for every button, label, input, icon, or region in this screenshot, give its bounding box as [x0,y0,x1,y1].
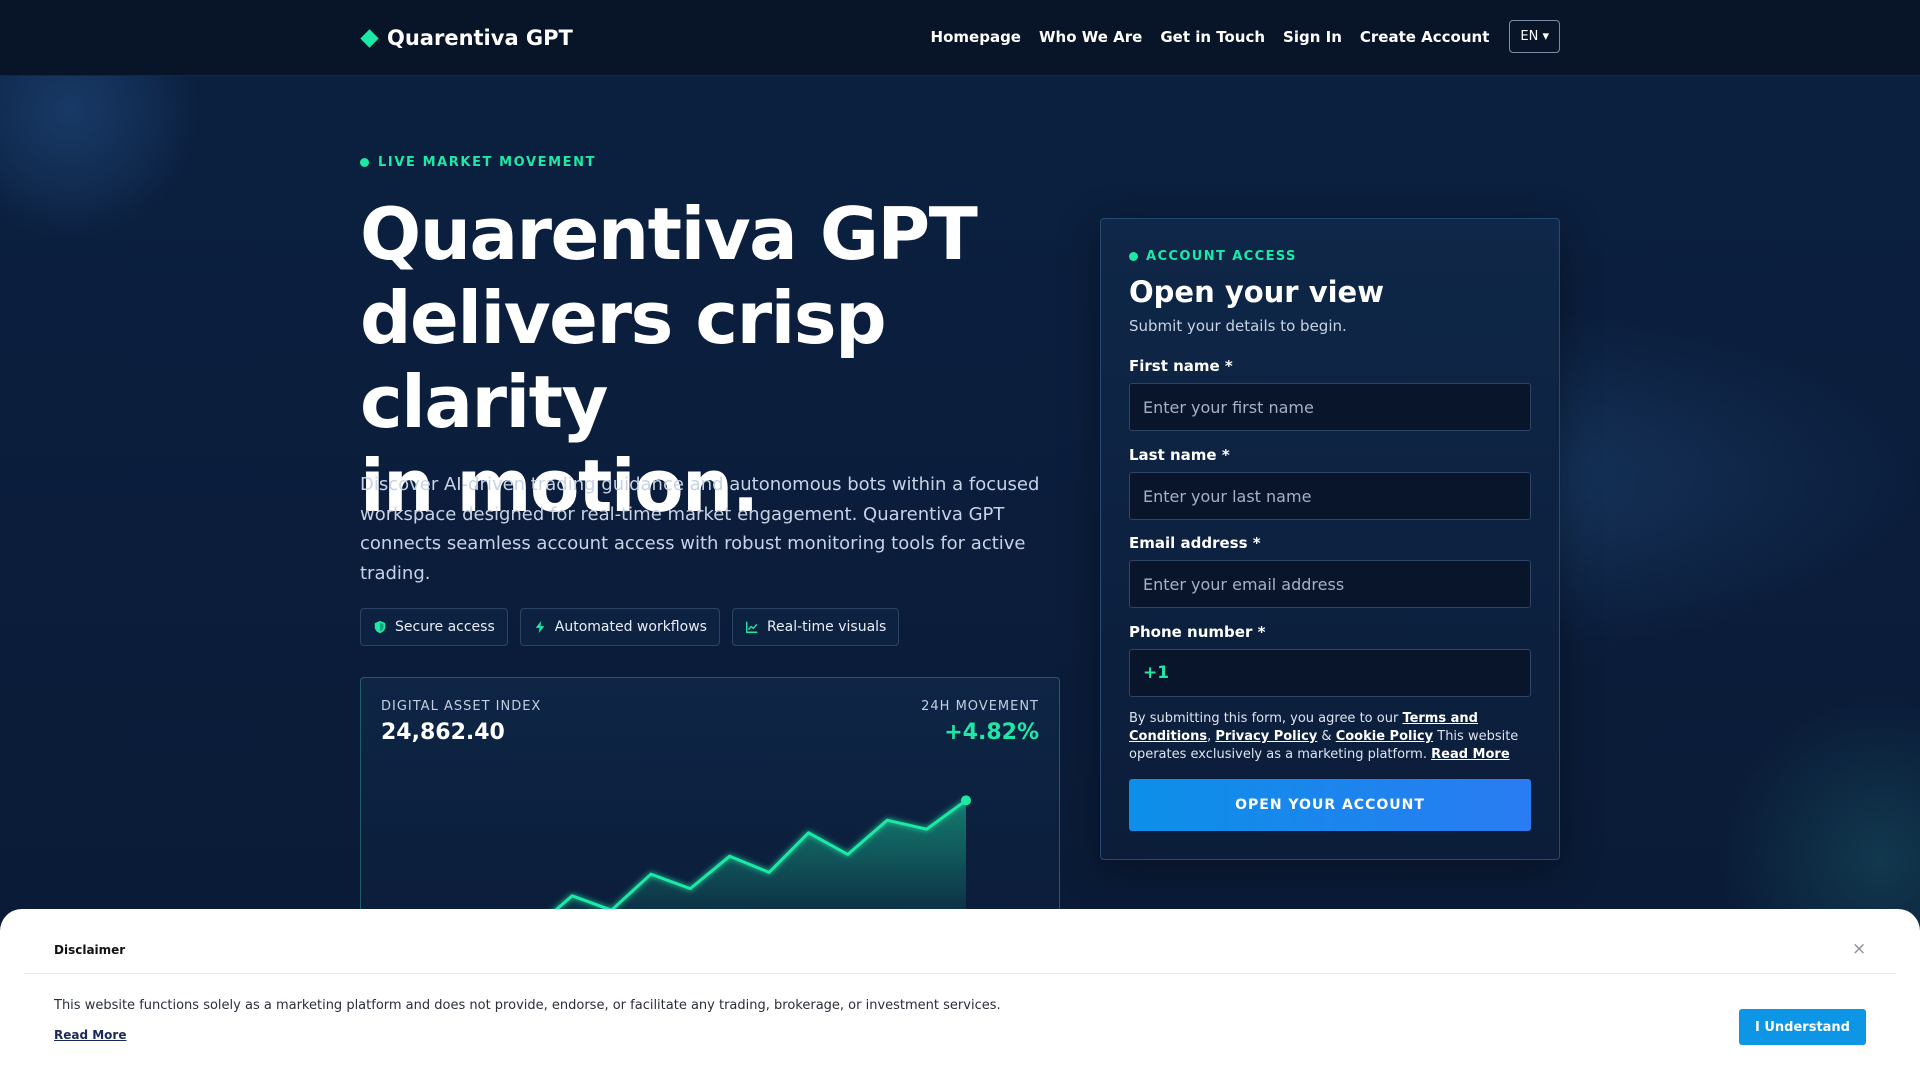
headline-line-2: delivers crisp clarity [360,276,887,444]
last-name-label: Last name * [1129,446,1230,464]
first-name-label: First name * [1129,357,1233,375]
disclaimer-text: This website functions solely as a marke… [54,998,1001,1013]
pill-label: Real-time visuals [766,619,887,635]
privacy-link[interactable]: Privacy Policy [1215,729,1317,744]
diamond-logo-icon [360,28,379,48]
nav-sign-in[interactable]: Sign In [1283,28,1342,46]
signup-panel: ACCOUNT ACCESS Open your view Submit you… [1100,218,1560,860]
form-eyebrow-label: ACCOUNT ACCESS [1146,249,1297,264]
pill-secure-access: Secure access [360,608,508,646]
disclaimer-banner: Disclaimer × This website functions sole… [0,909,1920,1080]
nav-homepage[interactable]: Homepage [931,28,1021,46]
form-title: Open your view [1129,275,1384,309]
hero-lead: Discover AI-driven trading guidance and … [360,474,1040,584]
movement-label: 24H MOVEMENT [921,699,1039,714]
site-header: Quarentiva GPT Homepage Who We Are Get i… [0,0,1920,76]
nav-get-in-touch[interactable]: Get in Touch [1160,28,1265,46]
email-field[interactable] [1129,560,1531,608]
nav-create-account[interactable]: Create Account [1360,28,1490,46]
hero-eyebrow: LIVE MARKET MOVEMENT [360,155,596,170]
phone-country-code: +1 [1143,663,1170,683]
shield-icon [374,620,386,634]
hero-eyebrow-label: LIVE MARKET MOVEMENT [378,155,597,170]
movement-value: +4.82% [944,720,1039,745]
pill-real-time-visuals: Real-time visuals [731,608,900,646]
last-name-field[interactable] [1129,472,1531,520]
nav-who-we-are[interactable]: Who We Are [1039,28,1142,46]
close-icon[interactable]: × [1852,939,1866,959]
divider [24,973,1896,974]
headline-line-1: Quarentiva GPT [360,192,978,276]
main-nav: Homepage Who We Are Get in Touch Sign In… [931,20,1560,53]
pill-label: Automated workflows [554,619,707,635]
brand-name: Quarentiva GPT [387,26,573,50]
disclaimer-title: Disclaimer [54,943,126,957]
phone-field[interactable]: +1 [1129,649,1531,697]
index-label: DIGITAL ASSET INDEX [381,699,542,714]
form-subtitle: Submit your details to begin. [1129,317,1347,335]
language-selector[interactable]: EN ▾ [1509,20,1560,53]
live-dot-icon [360,158,369,167]
chart-point [961,795,971,806]
consent-text: By submitting this form, you agree to ou… [1129,710,1535,764]
consent-prefix: By submitting this form, you agree to ou… [1129,711,1399,726]
feature-pills: Secure access Automated workflows Real-t… [360,608,900,646]
cookie-link[interactable]: Cookie Policy [1336,729,1433,744]
pill-label: Secure access [395,619,495,635]
open-account-button[interactable]: OPEN YOUR ACCOUNT [1129,779,1531,831]
first-name-field[interactable] [1129,383,1531,431]
index-value: 24,862.40 [381,720,505,745]
brand-logo[interactable]: Quarentiva GPT [360,26,573,50]
email-label: Email address * [1129,534,1261,552]
understand-button[interactable]: I Understand [1739,1009,1866,1045]
form-eyebrow: ACCOUNT ACCESS [1129,249,1297,264]
consent-separator: , [1207,729,1212,744]
pill-automated-workflows: Automated workflows [519,608,720,646]
consent-ampersand: & [1321,729,1332,744]
phone-label: Phone number * [1129,623,1266,641]
line-chart-icon [745,621,758,633]
market-card: DIGITAL ASSET INDEX 24,862.40 24H MOVEME… [360,677,1060,937]
disclaimer-read-more-link[interactable]: Read More [54,1028,127,1042]
lightning-icon [535,620,545,634]
consent-read-more-link[interactable]: Read More [1431,747,1510,762]
status-dot-icon [1129,252,1138,261]
